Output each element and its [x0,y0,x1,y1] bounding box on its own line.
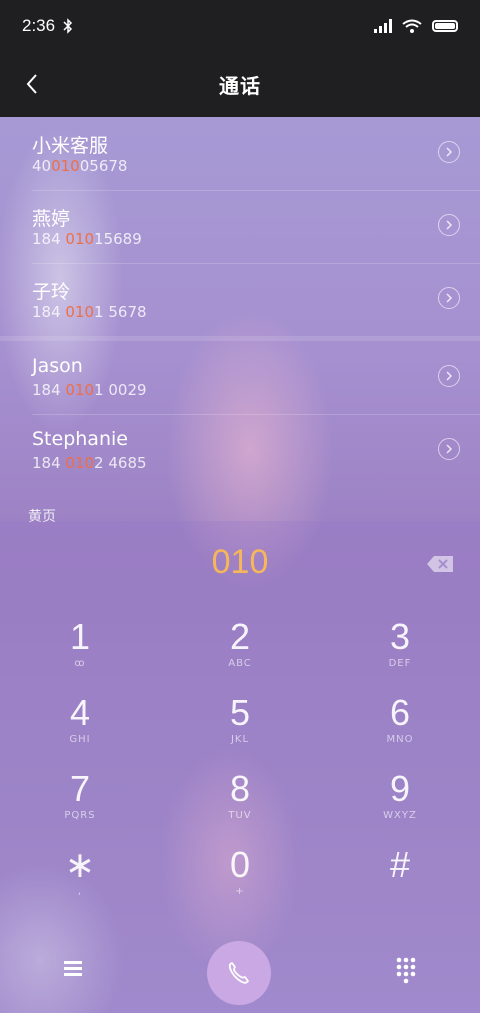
key-8[interactable]: 8 TUV [160,769,320,845]
key-0[interactable]: 0 + [160,845,320,921]
phone-icon [228,962,249,984]
status-time: 2:36 [22,16,56,35]
contact-number: 4001005678 [32,157,128,175]
key-hash[interactable]: # [320,845,480,921]
signal-icon [374,19,392,33]
contact-name: 燕婷 [32,208,71,230]
dialer-bottom-bar [0,929,480,1013]
contact-row[interactable]: 子玲 184 0101 5678 [0,263,480,336]
chevron-right-icon[interactable] [438,438,460,460]
battery-icon [432,20,458,32]
dialer-panel: 010 1ꝏ 2 ABC 3 DEF 4 GHI 5 JKL 6 MNO 7 PQRS 8T… [0,521,480,1013]
key-star[interactable]: ∗, [0,845,160,921]
back-icon [26,74,37,94]
contact-name: 小米客服 [32,135,109,157]
bluetooth-icon [63,18,73,34]
contact-results-list: 小米客服 4001005678 燕婷 184 01015689 子玲 184 0… [0,117,480,487]
key-9[interactable]: 9 WXYZ [320,769,480,845]
menu-icon[interactable] [56,951,90,985]
contact-row[interactable]: 燕婷 184 01015689 [0,190,480,263]
contact-row[interactable]: 小米客服 4001005678 [0,117,480,190]
contact-name: Jason [32,355,83,377]
contact-name: Stephanie [32,428,128,450]
keypad-icon[interactable] [388,951,424,987]
contact-number: 184 01015689 [32,230,142,248]
contact-row[interactable]: Jason 184 0101 0029 [0,341,480,414]
title-bar: 通话 [0,52,480,117]
key-3[interactable]: 3 DEF [320,617,480,693]
chevron-right-icon[interactable] [438,214,460,236]
key-1[interactable]: 1ꝏ [0,617,160,693]
contact-number: 184 0101 5678 [32,303,147,321]
backspace-icon[interactable] [426,555,454,573]
contact-number: 184 0102 4685 [32,454,147,472]
back-button[interactable] [14,66,50,102]
status-bar: 2:36 [0,0,480,52]
key-4[interactable]: 4 GHI [0,693,160,769]
dialed-number: 010 [211,543,269,581]
contact-row[interactable]: Stephanie 184 0102 4685 [0,414,480,487]
key-6[interactable]: 6 MNO [320,693,480,769]
contact-number: 184 0101 0029 [32,381,147,399]
key-5[interactable]: 5 JKL [160,693,320,769]
key-7[interactable]: 7 PQRS [0,769,160,845]
call-button[interactable] [207,941,271,1005]
page-title: 通话 [219,74,261,98]
wifi-icon [402,19,422,33]
chevron-right-icon[interactable] [438,365,460,387]
key-2[interactable]: 2 ABC [160,617,320,693]
chevron-right-icon[interactable] [438,141,460,163]
contact-name: 子玲 [32,281,71,303]
chevron-right-icon[interactable] [438,287,460,309]
voicemail-icon: ꝏ [74,658,86,669]
